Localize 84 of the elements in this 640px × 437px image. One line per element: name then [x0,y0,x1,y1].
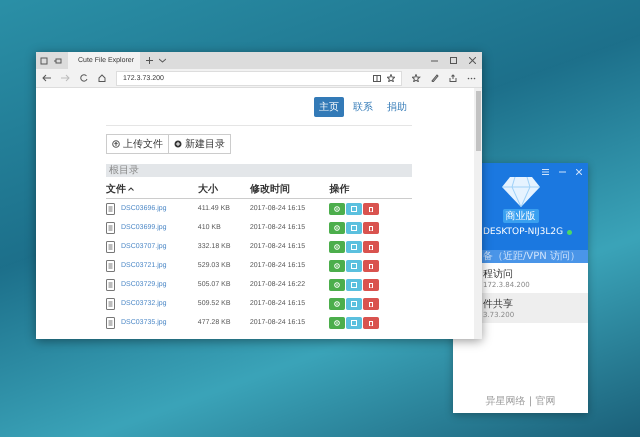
scrollbar-thumb[interactable] [476,91,480,151]
eye-icon [334,224,340,230]
trash-icon [368,320,374,326]
download-button[interactable] [329,240,346,252]
delete-button[interactable] [363,240,380,252]
trash-icon [368,224,374,230]
eye-icon [334,244,340,250]
new-tab-icon[interactable] [146,57,153,64]
minimize-icon[interactable] [559,169,566,175]
eye-icon [334,262,340,268]
toolbar-button[interactable]: 上传文件 [106,134,169,154]
star-icon[interactable] [387,74,395,82]
document-icon [106,202,115,214]
edit-button[interactable] [346,278,362,290]
delete-button[interactable] [363,202,380,214]
eye-icon [334,206,340,212]
edit-icon [351,224,358,230]
delete-button[interactable] [363,278,380,290]
back-arrow-icon[interactable] [42,74,51,82]
tab-preview-icon [54,56,62,64]
column-header: 操作 [329,182,350,196]
edit-icon [351,300,358,306]
favorites-icon[interactable] [412,74,421,82]
pen-icon[interactable] [431,74,439,82]
breadcrumb: 根目录 [106,164,412,177]
footer-text: 异星网络 | 官网 [484,394,556,409]
trash-icon [368,300,374,306]
edit-icon [351,206,358,212]
trash-icon [368,244,374,250]
delete-button[interactable] [363,260,380,272]
upload-icon [112,140,120,148]
document-icon [106,260,115,272]
edit-icon [351,262,358,268]
eye-icon [334,320,340,326]
delete-button[interactable] [363,298,380,310]
edit-button[interactable] [346,316,362,328]
download-button[interactable] [329,202,346,214]
edit-button[interactable] [346,260,362,272]
sort-caret-icon [128,187,134,191]
home-icon[interactable] [98,74,106,82]
close-icon[interactable] [469,57,476,64]
nav-tab[interactable]: 联系 [348,97,378,117]
delete-button[interactable] [363,222,380,234]
document-icon [106,240,115,252]
more-icon[interactable] [467,76,476,80]
refresh-icon[interactable] [80,74,88,82]
diamond-icon [502,177,540,207]
edit-button[interactable] [346,222,362,234]
download-button[interactable] [329,278,346,290]
download-button[interactable] [329,316,346,328]
chevron-down-icon[interactable] [159,58,166,63]
document-icon [106,222,115,234]
nav-tab[interactable]: 捐助 [382,97,412,117]
nav-tab[interactable]: 主页 [314,97,344,117]
column-header[interactable]: 文件 [106,182,134,196]
trash-icon [368,262,374,268]
trash-icon [368,282,374,288]
download-button[interactable] [329,222,346,234]
toolbar-button[interactable]: 新建目录 [169,134,231,154]
download-button[interactable] [329,260,346,272]
document-icon [106,298,115,310]
share-icon[interactable] [449,74,457,82]
edit-icon [351,244,358,250]
column-header: 大小 [198,182,218,196]
device-name: DESKTOP-NIJ3L2G [483,227,564,237]
reading-view-icon[interactable] [373,74,381,82]
edit-icon [351,282,358,288]
column-header: 修改时间 [250,182,290,196]
edit-button[interactable] [346,202,362,214]
eye-icon [334,300,340,306]
maximize-icon[interactable] [450,57,457,64]
edition-badge: 商业版 [502,209,538,223]
eye-icon [334,282,340,288]
edit-button[interactable] [346,298,362,310]
delete-button[interactable] [363,316,380,328]
tabs-icon [40,56,48,64]
download-button[interactable] [329,298,346,310]
trash-icon [368,206,374,212]
edit-icon [351,320,358,326]
menu-icon[interactable] [542,169,549,175]
document-icon [106,316,115,328]
edit-button[interactable] [346,240,362,252]
plus-circle-icon [174,140,182,148]
document-icon [106,278,115,290]
